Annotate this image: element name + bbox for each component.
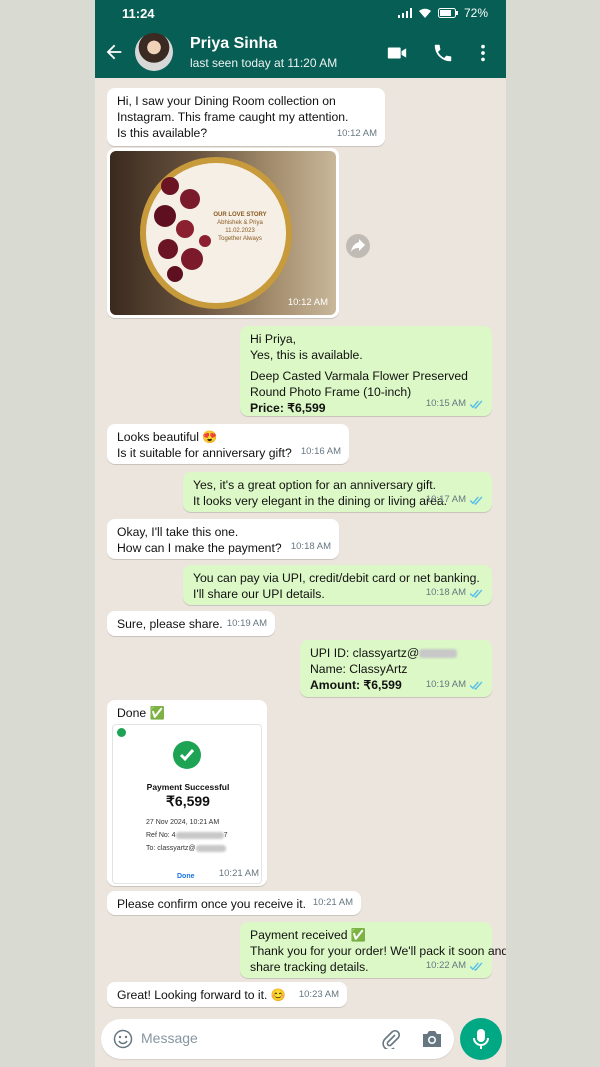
message-text: Payment received ✅ <box>250 928 367 942</box>
message-time: 10:21 AM <box>312 897 353 908</box>
upi-id-line: UPI ID: classyartz@ <box>310 645 482 661</box>
wifi-icon <box>418 8 431 18</box>
status-bar: 11:24 72% <box>95 0 506 28</box>
attach-icon[interactable] <box>381 1029 401 1049</box>
contact-avatar[interactable] <box>135 33 173 71</box>
forward-button[interactable] <box>346 234 370 258</box>
message-text: Okay, I'll take this one. <box>117 525 239 539</box>
message-time: 10:23 AM <box>298 989 339 1000</box>
redacted-text <box>175 831 224 839</box>
battery-level: 72% <box>463 6 488 20</box>
message-time: 10:21 AM <box>218 868 259 879</box>
message-placeholder: Message <box>141 1030 198 1046</box>
message-text: You can pay via UPI, credit/debit card o… <box>193 571 480 585</box>
image-text: Together Always <box>218 236 262 242</box>
read-ticks-icon <box>469 588 483 598</box>
phone-screen: 11:24 72% Priya Sinha last seen today at… <box>95 0 506 1067</box>
forward-icon <box>351 239 365 252</box>
status-time: 11:24 <box>122 6 155 21</box>
chat-area[interactable]: Hi, I saw your Dining Room collection on… <box>95 78 506 1014</box>
signal-icon <box>397 8 412 18</box>
back-arrow-icon[interactable] <box>103 41 125 63</box>
receipt-to: To: classyartz@ <box>146 841 226 857</box>
read-ticks-icon <box>469 399 483 409</box>
image-text: OUR LOVE STORY <box>213 212 267 218</box>
message-incoming[interactable]: Great! Looking forward to it. 😊 10:23 AM <box>107 982 347 1007</box>
last-seen: last seen today at 11:20 AM <box>190 56 338 70</box>
video-call-icon[interactable] <box>386 42 408 64</box>
app-logo-icon <box>117 728 126 737</box>
redacted-text <box>419 649 458 659</box>
message-time: 10:22 AM <box>425 960 466 971</box>
message-payment[interactable]: Done ✅ Payment Successful ₹6,599 27 Nov … <box>107 700 267 886</box>
message-outgoing[interactable]: Payment received ✅ Thank you for your or… <box>240 922 506 978</box>
image-text: 11.02.2023 <box>225 228 255 234</box>
message-text: Done ✅ <box>117 706 165 720</box>
message-text: Name: ClassyArtz <box>310 662 408 676</box>
redacted-text <box>195 844 226 852</box>
voice-message-button[interactable] <box>460 1018 502 1060</box>
receipt-ref-suffix: 7 <box>223 832 228 839</box>
message-text: Hi, I saw your Dining Room collection on <box>117 94 336 108</box>
message-time: 10:16 AM <box>300 446 341 457</box>
chat-header: Priya Sinha last seen today at 11:20 AM <box>95 28 506 78</box>
message-outgoing[interactable]: Yes, it's a great option for an annivers… <box>183 472 492 512</box>
contact-name[interactable]: Priya Sinha <box>190 35 277 53</box>
message-time: 10:15 AM <box>425 398 466 409</box>
emoji-icon[interactable] <box>113 1029 133 1049</box>
phone-call-icon[interactable] <box>432 42 454 64</box>
message-time: 10:17 AM <box>425 494 466 505</box>
read-ticks-icon <box>469 961 483 971</box>
message-image[interactable]: OUR LOVE STORY Abhishek & Priya 11.02.20… <box>107 148 339 318</box>
success-check-icon <box>173 741 201 769</box>
message-outgoing[interactable]: Hi Priya, Yes, this is available. Deep C… <box>240 326 492 416</box>
message-time: 10:18 AM <box>290 541 331 552</box>
message-text: Yes, this is available. <box>250 348 363 362</box>
message-outgoing[interactable]: You can pay via UPI, credit/debit card o… <box>183 565 492 605</box>
message-time: 10:19 AM <box>425 679 466 690</box>
message-text: Looks beautiful 😍 <box>117 430 218 444</box>
message-time: 10:19 AM <box>226 618 267 629</box>
message-time: 10:12 AM <box>287 297 328 308</box>
message-incoming[interactable]: Looks beautiful 😍 Is it suitable for ann… <box>107 424 349 464</box>
message-incoming[interactable]: Okay, I'll take this one. How can I make… <box>107 519 339 559</box>
camera-icon[interactable] <box>421 1029 443 1049</box>
payment-receipt[interactable]: Payment Successful ₹6,599 27 Nov 2024, 1… <box>112 724 262 884</box>
message-text: UPI ID: classyartz@ <box>310 646 420 660</box>
receipt-ref-prefix: Ref No: 4 <box>146 832 176 839</box>
message-input[interactable]: Message <box>101 1019 454 1059</box>
battery-icon <box>437 8 458 18</box>
message-time: 10:12 AM <box>336 128 377 139</box>
read-ticks-icon <box>469 495 483 505</box>
message-incoming[interactable]: Hi, I saw your Dining Room collection on… <box>107 88 385 146</box>
message-text: Yes, it's a great option for an annivers… <box>193 478 437 492</box>
more-options-icon[interactable] <box>472 42 494 64</box>
receipt-done-button[interactable]: Done <box>177 869 195 885</box>
receipt-to-prefix: To: classyartz@ <box>146 845 196 852</box>
composer-bar: Message <box>95 1014 506 1067</box>
message-incoming[interactable]: Sure, please share. 10:19 AM <box>107 611 275 636</box>
message-outgoing[interactable]: UPI ID: classyartz@ Name: ClassyArtz Amo… <box>300 640 492 697</box>
message-incoming[interactable]: Please confirm once you receive it. 10:2… <box>107 891 361 915</box>
message-text: Deep Casted Varmala Flower Preserved <box>250 369 468 383</box>
read-ticks-icon <box>469 680 483 690</box>
message-time: 10:18 AM <box>425 587 466 598</box>
message-text: Hi Priya, <box>250 332 297 346</box>
image-text: Abhishek & Priya <box>217 220 263 226</box>
message-text: Instagram. This frame caught my attentio… <box>117 110 349 124</box>
microphone-icon <box>473 1029 489 1049</box>
product-photo[interactable]: OUR LOVE STORY Abhishek & Priya 11.02.20… <box>110 151 336 315</box>
message-text: Thank you for your order! We'll pack it … <box>250 944 506 958</box>
receipt-amount: ₹6,599 <box>166 793 210 809</box>
frame-card-text: OUR LOVE STORY Abhishek & Priya 11.02.20… <box>205 211 275 243</box>
